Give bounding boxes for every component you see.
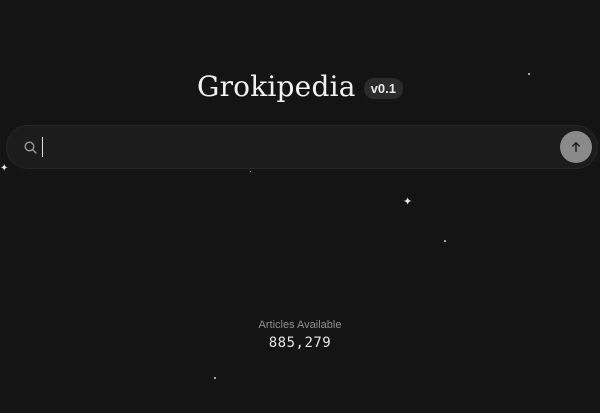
title-row: Grokipedia v0.1	[0, 70, 600, 103]
submit-button[interactable]	[560, 131, 592, 163]
arrow-up-icon	[572, 142, 580, 153]
articles-stats: Articles Available 885,279	[0, 319, 600, 351]
search-bar[interactable]	[6, 125, 598, 169]
star-dot	[250, 171, 251, 172]
text-caret	[42, 137, 43, 157]
search-icon	[23, 140, 37, 154]
logo[interactable]: Grokipedia	[197, 70, 356, 103]
star-dot	[214, 377, 216, 379]
star-dot	[444, 240, 446, 242]
sparkle-icon: ✦	[0, 163, 9, 174]
articles-count: 885,279	[268, 335, 332, 351]
version-badge: v0.1	[363, 77, 403, 99]
search-input[interactable]	[43, 131, 560, 163]
articles-label: Articles Available	[258, 319, 342, 331]
sparkle-icon: ✦	[403, 195, 413, 208]
